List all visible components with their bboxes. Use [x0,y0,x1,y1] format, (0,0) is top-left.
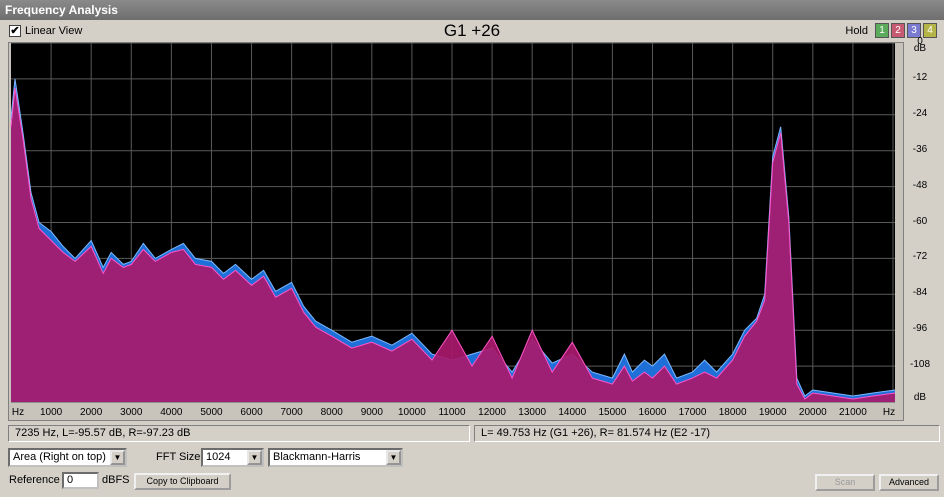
x-tick-label: 17000 [679,407,707,418]
y-tick-label: -24 [912,107,928,119]
x-tick-label: 12000 [478,407,506,418]
chevron-down-icon[interactable]: ▼ [386,450,401,465]
x-tick-label: Hz [883,407,895,418]
copy-to-clipboard-button[interactable]: Copy to Clipboard [134,473,231,490]
y-tick-label: -48 [912,179,928,191]
x-tick-label: 5000 [200,407,223,418]
hold-button-1[interactable]: 1 [875,23,889,38]
hold-button-2[interactable]: 2 [891,23,905,38]
x-tick-label: 15000 [598,407,626,418]
x-tick-label: 20000 [799,407,827,418]
cursor-readout: 7235 Hz, L=-95.57 dB, R=-97.23 dB [8,425,470,442]
y-tick-label: -108 [909,359,930,371]
window-title: Frequency Analysis [0,0,944,20]
x-tick-label: 2000 [80,407,103,418]
advanced-button[interactable]: Advanced [879,474,939,491]
reference-input[interactable]: 0 [62,472,99,489]
x-tick-label: 1000 [40,407,63,418]
y-tick-label: -60 [912,215,928,227]
x-tick-label: 8000 [321,407,344,418]
y-tick-label: -96 [912,323,928,335]
y-tick-label: -12 [912,71,928,83]
spectrum-chart: Hz 1000 2000 3000 4000 5000 6000 7000 8000 9000 10… [10,42,895,418]
hold-label: Hold [845,24,868,37]
x-tick-label: 21000 [839,407,867,418]
y-tick-label: -84 [912,287,928,299]
y-tick-label: 0 [917,36,923,47]
fft-size-value: 1024 [206,451,231,463]
window-function-value: Blackmann-Harris [273,451,361,463]
x-tick-label: 19000 [759,407,787,418]
chevron-down-icon[interactable]: ▼ [110,450,125,465]
frequency-analysis-window: ✔ Linear View G1 +26 Hold 1 2 3 4 Hz 1000… [0,20,944,497]
display-mode-select[interactable]: Area (Right on top) ▼ [8,448,127,467]
y-tick-label: -72 [912,251,928,263]
chevron-down-icon[interactable]: ▼ [247,450,262,465]
reference-unit-label: dBFS [102,474,130,486]
x-tick-label: 10000 [398,407,426,418]
display-mode-value: Area (Right on top) [13,451,106,463]
db-axis: dB 0 -12 -24 -36 -48 -60 -72 -84 -96 -108 dB [904,36,936,403]
reference-label: Reference [9,474,60,486]
x-tick-label: 4000 [160,407,183,418]
fft-size-select[interactable]: 1024 ▼ [201,448,264,467]
x-tick-label: 13000 [518,407,546,418]
x-tick-label: 18000 [719,407,747,418]
spectrum-plot[interactable]: Hz 1000 2000 3000 4000 5000 6000 7000 8000 9000 10… [8,42,904,421]
window-function-select[interactable]: Blackmann-Harris ▼ [268,448,403,467]
x-tick-label: 6000 [240,407,263,418]
x-tick-label: Hz [12,407,24,418]
scan-button[interactable]: Scan [815,474,875,491]
x-tick-label: 7000 [281,407,304,418]
x-tick-label: 11000 [438,407,466,418]
x-tick-label: 9000 [361,407,384,418]
y-tick-label: dB [913,392,927,403]
peak-readout: L= 49.753 Hz (G1 +26), R= 81.574 Hz (E2 … [474,425,940,442]
view-title: G1 +26 [443,21,501,40]
y-tick-label: -36 [912,143,928,155]
fft-size-label: FFT Size [156,451,201,463]
x-tick-label: 16000 [639,407,667,418]
x-tick-label: 14000 [558,407,586,418]
x-tick-label: 3000 [120,407,143,418]
